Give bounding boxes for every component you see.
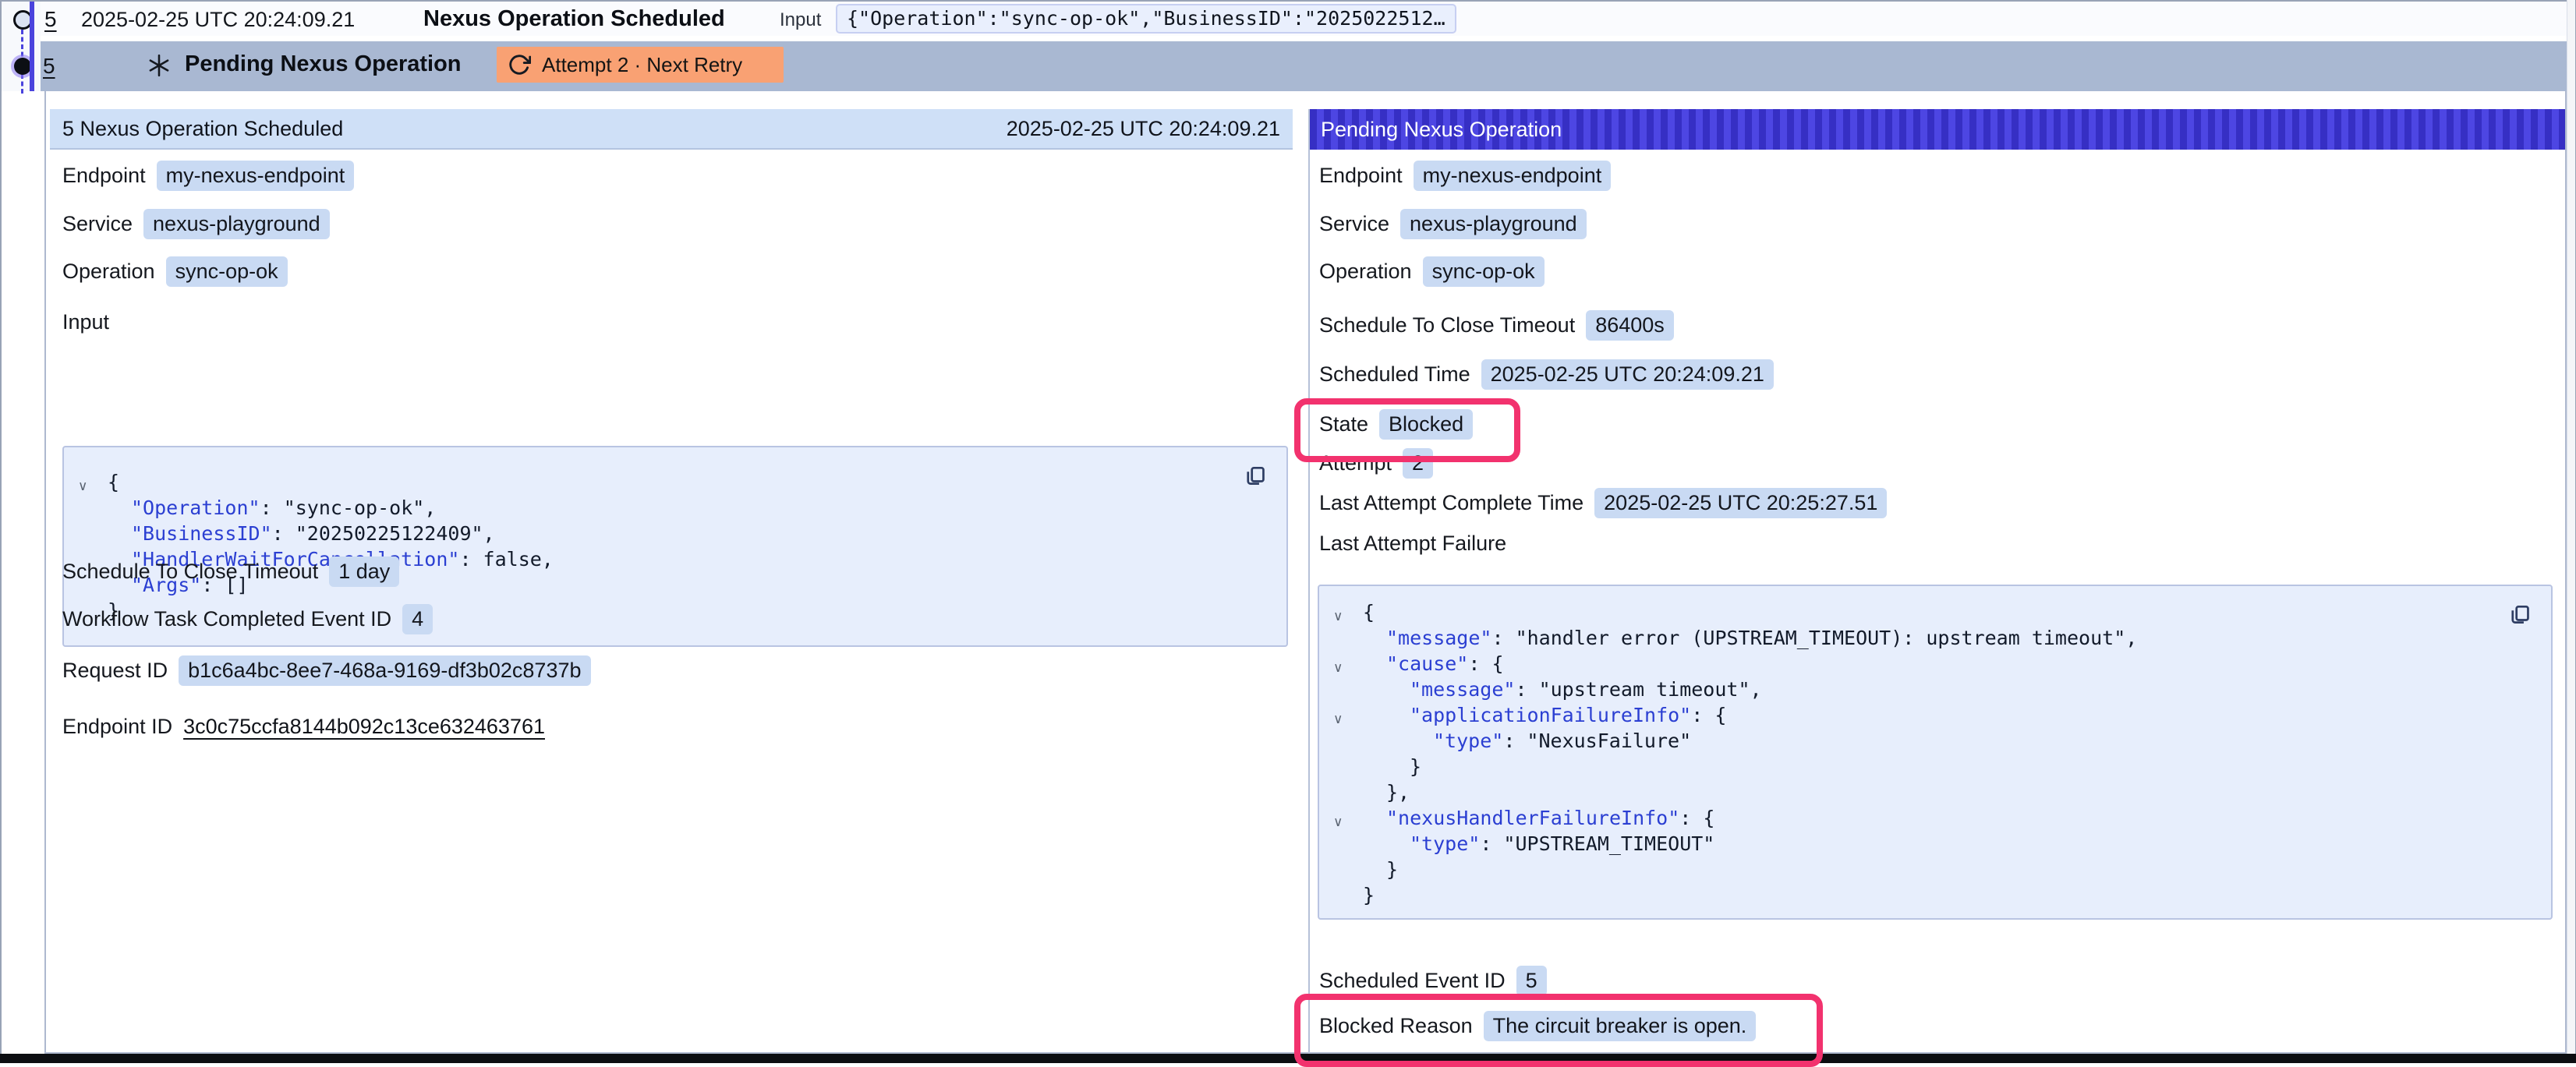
event-detail-panel-pending: Pending Nexus Operation ∨{"message": "ha…	[1308, 109, 2565, 1054]
field-label: Schedule To Close Timeout	[62, 560, 318, 584]
event-title: Nexus Operation Scheduled	[423, 6, 725, 32]
field-row-service: Service nexus-playground	[1319, 209, 1587, 238]
field-label: Attempt	[1319, 451, 1392, 475]
field-value-chip: b1c6a4bc-8ee7-468a-9169-df3b02c8737b	[179, 655, 590, 686]
field-row-attempt: Attempt 2	[1319, 448, 1433, 478]
event-detail-panel-scheduled: 5 Nexus Operation Scheduled 2025-02-25 U…	[50, 109, 1293, 1054]
field-label: Endpoint ID	[62, 715, 172, 739]
retry-icon	[508, 53, 531, 76]
window-border-left	[0, 0, 2, 1054]
field-label: State	[1319, 412, 1368, 436]
json-line: ∨"applicationFailureInfo": {	[1319, 702, 2551, 728]
json-line: ∨{	[1319, 599, 2551, 625]
panel-title: 5 Nexus Operation Scheduled	[62, 117, 343, 141]
field-value-chip: 5	[1516, 966, 1547, 996]
field-value-chip: 1 day	[329, 556, 399, 587]
field-value-chip: 2025-02-25 UTC 20:24:09.21	[1481, 359, 1774, 390]
field-label: Operation	[62, 260, 155, 284]
panel-title: Pending Nexus Operation	[1321, 118, 1562, 142]
field-value-chip: 86400s	[1586, 310, 1674, 341]
field-row-scheduled-time: Scheduled Time 2025-02-25 UTC 20:24:09.21	[1319, 359, 1774, 389]
field-label: Workflow Task Completed Event ID	[62, 607, 391, 631]
json-line: "message": "upstream timeout",	[1319, 677, 2551, 702]
json-line: "message": "handler error (UPSTREAM_TIME…	[1319, 625, 2551, 651]
field-row-endpoint: Endpoint my-nexus-endpoint	[62, 161, 354, 190]
event-row-scheduled[interactable]: 5 2025-02-25 UTC 20:24:09.21 Nexus Opera…	[41, 2, 2567, 36]
json-line: ∨"cause": {	[1319, 651, 2551, 677]
timeline-node-filled-dot	[14, 58, 31, 75]
event-time: 2025-02-25 UTC 20:24:09.21	[81, 8, 355, 32]
field-value-chip: 2025-02-25 UTC 20:25:27.51	[1594, 488, 1887, 518]
field-label: Last Attempt Complete Time	[1319, 491, 1583, 515]
field-label: Service	[62, 212, 133, 236]
field-value-chip: my-nexus-endpoint	[1414, 161, 1612, 191]
field-value-chip: 2	[1403, 448, 1433, 479]
panel-header-scheduled: 5 Nexus Operation Scheduled 2025-02-25 U…	[50, 109, 1293, 150]
retry-badge: Attempt 2 · Next Retry	[497, 47, 784, 83]
field-value-chip: nexus-playground	[1400, 209, 1587, 239]
field-row-request-id: Request ID b1c6a4bc-8ee7-468a-9169-df3b02…	[62, 655, 591, 685]
event-input-preview-chip[interactable]: {"Operation":"sync-op-ok","BusinessID":"…	[836, 4, 1456, 34]
field-row-scheduled-event-id: Scheduled Event ID 5	[1319, 966, 1547, 995]
field-row-input: Input	[62, 307, 109, 337]
field-row-schedule-to-close-timeout: Schedule To Close Timeout 1 day	[62, 556, 399, 586]
field-value-chip: Blocked	[1379, 409, 1473, 440]
field-value-chip: sync-op-ok	[1423, 256, 1545, 287]
field-label: Request ID	[62, 659, 168, 683]
field-row-state: State Blocked	[1319, 409, 1473, 439]
field-row-workflow-task-completed-event-id: Workflow Task Completed Event ID 4	[62, 604, 433, 634]
event-id-link[interactable]: 5	[44, 7, 57, 32]
field-label: Input	[62, 310, 109, 334]
json-viewer-last-attempt-failure: ∨{"message": "handler error (UPSTREAM_TI…	[1318, 585, 2553, 920]
field-row-last-attempt-failure: Last Attempt Failure	[1319, 528, 1506, 558]
field-label: Service	[1319, 212, 1389, 236]
field-label: Schedule To Close Timeout	[1319, 313, 1575, 337]
event-timeline-gutter	[2, 2, 41, 91]
field-label: Endpoint	[62, 164, 146, 188]
json-line: }	[1319, 882, 2551, 908]
field-value-link[interactable]: 3c0c75ccfa8144b092c13ce632463761	[183, 715, 545, 739]
field-row-last-attempt-complete-time: Last Attempt Complete Time 2025-02-25 UTC…	[1319, 488, 1887, 518]
event-row-pending[interactable]: 5 Pending Nexus Operation Attempt 2 · Ne…	[41, 41, 2567, 91]
field-label: Endpoint	[1319, 164, 1403, 188]
window-bottom-bar	[0, 1054, 2576, 1063]
selected-event-indicator-bar	[30, 2, 34, 91]
pending-asterisk-icon	[147, 53, 172, 78]
event-input-label: Input	[780, 9, 821, 31]
field-row-endpoint-id: Endpoint ID 3c0c75ccfa8144b092c13ce632463…	[62, 712, 545, 741]
json-line: "Operation": "sync-op-ok",	[64, 495, 1286, 521]
field-value-chip: The circuit breaker is open.	[1484, 1011, 1757, 1041]
field-label: Blocked Reason	[1319, 1014, 1473, 1038]
field-label: Scheduled Time	[1319, 362, 1470, 387]
json-line: }	[1319, 857, 2551, 882]
panel-header-pending: Pending Nexus Operation	[1310, 109, 2565, 150]
json-line: },	[1319, 779, 2551, 805]
field-value-chip: my-nexus-endpoint	[157, 161, 355, 191]
field-row-service: Service nexus-playground	[62, 209, 330, 238]
json-line: "type": "NexusFailure"	[1319, 728, 2551, 754]
field-row-blocked-reason: Blocked Reason The circuit breaker is ope…	[1319, 1011, 1756, 1041]
field-label: Operation	[1319, 260, 1412, 284]
retry-badge-label: Attempt 2 · Next Retry	[542, 53, 742, 77]
field-row-schedule-to-close-timeout: Schedule To Close Timeout 86400s	[1319, 310, 1674, 340]
field-row-operation: Operation sync-op-ok	[62, 256, 288, 286]
pending-event-title: Pending Nexus Operation	[185, 51, 462, 77]
field-row-endpoint: Endpoint my-nexus-endpoint	[1319, 161, 1611, 190]
field-row-operation: Operation sync-op-ok	[1319, 256, 1545, 286]
panel-timestamp: 2025-02-25 UTC 20:24:09.21	[1007, 117, 1280, 141]
json-line: ∨{	[64, 469, 1286, 495]
field-value-chip: nexus-playground	[143, 209, 330, 239]
json-line: "BusinessID": "20250225122409",	[64, 521, 1286, 546]
field-label: Last Attempt Failure	[1319, 532, 1506, 556]
field-value-chip: 4	[402, 604, 433, 634]
json-line: "type": "UPSTREAM_TIMEOUT"	[1319, 831, 2551, 857]
json-line: ∨"nexusHandlerFailureInfo": {	[1319, 805, 2551, 831]
event-id-link[interactable]: 5	[43, 54, 55, 79]
field-value-chip: sync-op-ok	[166, 256, 288, 287]
field-label: Scheduled Event ID	[1319, 969, 1506, 993]
scrollbar-gutter[interactable]	[2567, 0, 2575, 1054]
json-line: }	[1319, 754, 2551, 779]
